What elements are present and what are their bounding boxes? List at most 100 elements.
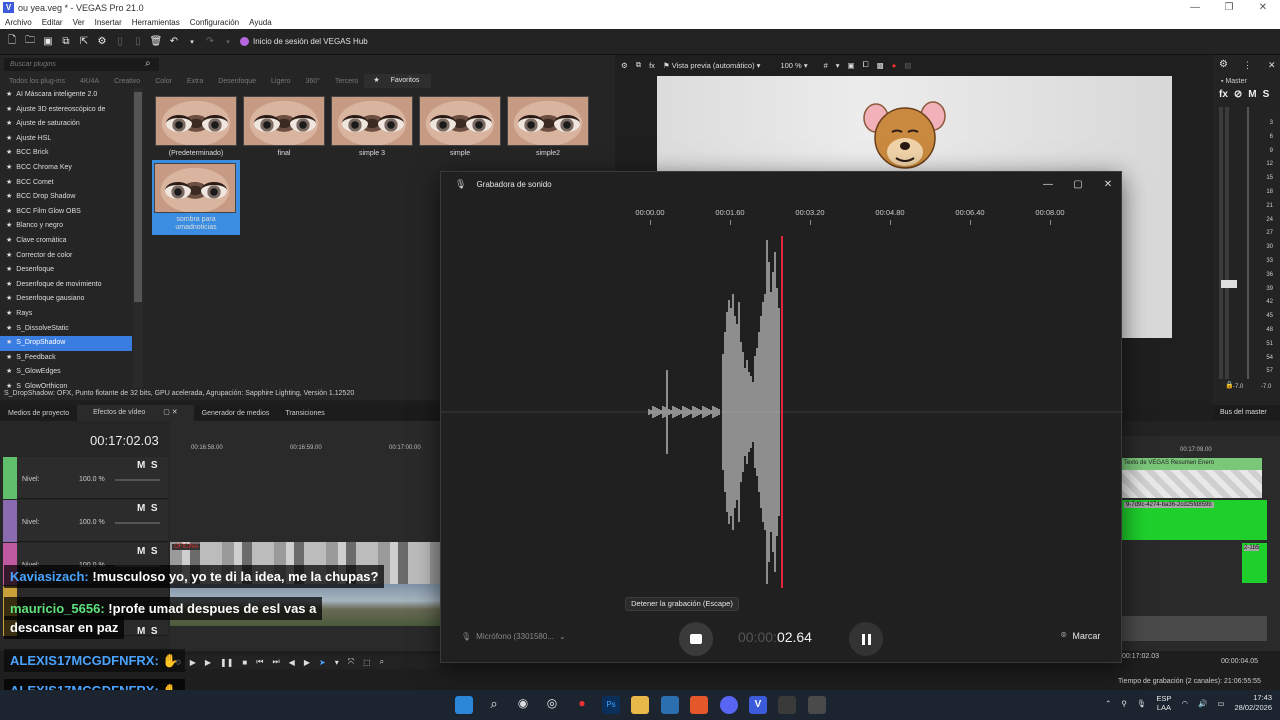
terminal-icon[interactable] [778,696,796,714]
track-level-slider[interactable] [115,479,160,481]
mic-tray-icon[interactable]: 🎙 [1137,699,1147,708]
greenscreen-clip[interactable]: 9-7d9c-4274-ba36-2cd25fd859b [1122,500,1267,540]
tab-desenfoque[interactable]: Desenfoque [209,78,262,85]
plugin-list-item[interactable]: ★ BCC Film Glow OBS [0,205,132,220]
zoom-dropdown[interactable]: 100 % ▾ [780,61,807,70]
master-fader-handle[interactable] [1221,280,1237,288]
save-icon[interactable]: ▣ [42,36,54,48]
track-solo-button[interactable]: S [151,503,158,514]
more-icon[interactable]: ▤ [904,61,911,70]
delete-icon[interactable]: 🗑 [150,36,163,48]
network-icon[interactable]: ⚲ [1121,699,1127,708]
preset-simple-3[interactable]: simple 3 [331,96,413,157]
plugin-list-item[interactable]: ★ S_DissolveStatic [0,322,132,337]
vegas-hub-login[interactable]: Inicio de sesión del VEGAS Hub [240,37,368,46]
tab-generador-medios[interactable]: Generador de medios [194,410,278,417]
obs-icon[interactable]: ◉ [514,696,532,714]
chrome-icon[interactable]: ◎ [543,696,561,714]
tab-all[interactable]: Todos los plug-ins [0,78,71,85]
tab-tercero[interactable]: Tercero [326,78,364,85]
record-app-icon[interactable]: ● [573,696,591,714]
track-solo-button[interactable]: S [151,460,158,471]
microphone-selector[interactable]: 🎙 Micrófono (3301580... ⌄ [461,632,566,641]
search-taskbar-icon[interactable]: ⌕ [485,696,503,714]
plugin-list-item[interactable]: ★ S_GlowEdges [0,365,132,380]
menu-insertar[interactable]: Insertar [90,18,127,27]
master-bus-tab[interactable]: Bus del master [1213,405,1280,420]
master-mute-button[interactable]: M [1248,89,1256,100]
tab-favoritos[interactable]: ★ Favoritos [364,74,432,88]
battery-icon[interactable]: ▭ [1217,699,1224,708]
plugin-list-item[interactable]: ★ Ajuste de saturación [0,117,132,132]
close-button[interactable]: ✕ [1246,2,1280,13]
tab-efectos-video[interactable]: Efectos de vídeo ▢ ✕ [77,405,194,421]
open-folder-icon[interactable]: 🗀 [24,35,36,48]
recorder-close-button[interactable]: ✕ [1093,179,1123,190]
menu-ver[interactable]: Ver [68,18,90,27]
audio-clip[interactable] [1122,616,1267,641]
fx-icon[interactable]: fx [649,61,655,70]
greenscreen-clip-small[interactable]: 2-1b5 [1242,543,1267,583]
photoshop-icon[interactable]: Ps [602,696,620,714]
tab-extra[interactable]: Extra [178,78,209,85]
vegas-taskbar-icon[interactable]: V [749,696,767,714]
plugin-list-item[interactable]: ★ BCC Drop Shadow [0,190,132,205]
plugin-list-item[interactable]: ★ S_Feedback [0,351,132,366]
plugin-list-item[interactable]: ★ Desenfoque gausiano [0,292,132,307]
tray-chevron-icon[interactable]: ⌃ [1105,699,1111,708]
master-close-icon[interactable]: ✕ [1268,60,1276,71]
menu-archivo[interactable]: Archivo [0,18,37,27]
preview-mode-dropdown[interactable]: ⚑ Vista previa (automático) ▾ [663,61,761,70]
plugin-list-item[interactable]: ★ AI Máscara inteligente 2.0 [0,88,132,103]
preset-final[interactable]: final [243,96,325,157]
plugin-list-item[interactable]: ★ Clave cromática [0,234,132,249]
language-indicator[interactable]: ESP LAA [1156,694,1171,712]
wifi-icon[interactable]: ◠ [1181,699,1188,708]
discord-icon[interactable] [720,696,738,714]
plugin-list-item[interactable]: ★ S_DropShadow [0,336,132,351]
maximize-button[interactable]: ❐ [1212,2,1246,13]
master-solo-button[interactable]: S [1263,89,1270,100]
clock[interactable]: 17:43 28/02/2026 [1234,693,1272,713]
tab-color[interactable]: Color [146,78,178,85]
preset-predeterminado[interactable]: (Predeterminado) [155,96,237,157]
external-monitor-icon[interactable]: ▣ [848,61,855,70]
start-menu-icon[interactable] [455,696,473,714]
render-icon[interactable]: ⧉ [60,36,72,48]
menu-ayuda[interactable]: Ayuda [244,18,277,27]
tab-ligero[interactable]: Ligero [262,78,296,85]
recorder-maximize-button[interactable]: ▢ [1063,179,1093,190]
copy-frame-icon[interactable]: ⧠ [863,60,869,70]
new-file-icon[interactable]: 🗋 [6,35,18,48]
plugin-list-scrollbar[interactable] [133,88,143,390]
menu-configuracion[interactable]: Configuración [185,18,244,27]
sound-recorder-taskbar-icon[interactable] [808,696,826,714]
tab-transiciones[interactable]: Transiciones [277,410,332,417]
tab-close-icon[interactable]: ▢ ✕ [155,409,185,416]
brave-icon[interactable] [690,696,708,714]
stop-recording-button[interactable] [679,622,713,656]
preset-simple[interactable]: simple [419,96,501,157]
track-mute-button[interactable]: M [137,460,145,471]
plugin-list-item[interactable]: ★ Desenfoque de movimiento [0,278,132,293]
track-level-slider[interactable] [115,522,160,524]
plugin-list-item[interactable]: ★ Desenfoque [0,263,132,278]
master-more-icon[interactable]: ⋮ [1243,60,1252,71]
recorder-minimize-button[interactable]: — [1033,179,1063,190]
scrollbar-thumb[interactable] [134,92,142,302]
preset-simple2[interactable]: simple2 [507,96,589,157]
preset-sombra-umadnoticias[interactable]: sombra para umadnoticias [152,160,240,235]
text-clip[interactable]: Texto de VEGAS Resumen Enero [1122,458,1262,498]
master-link-icon[interactable]: ⊘ [1234,89,1242,100]
tab-360[interactable]: 360° [297,78,326,85]
plugin-search-input[interactable] [4,58,159,71]
plugin-list-item[interactable]: ★ BCC Comet [0,176,132,191]
file-explorer-icon[interactable] [631,696,649,714]
plugin-list-item[interactable]: ★ BCC Brick [0,146,132,161]
plugin-list-item[interactable]: ★ BCC Chroma Key [0,161,132,176]
search-icon[interactable]: ⌕ [145,58,151,69]
settings-icon[interactable]: ⚙ [621,61,628,70]
plugin-list-item[interactable]: ★ Ajuste HSL [0,132,132,147]
copy-icon[interactable]: ▯ [132,36,144,48]
track-mute-button[interactable]: M [137,546,145,557]
